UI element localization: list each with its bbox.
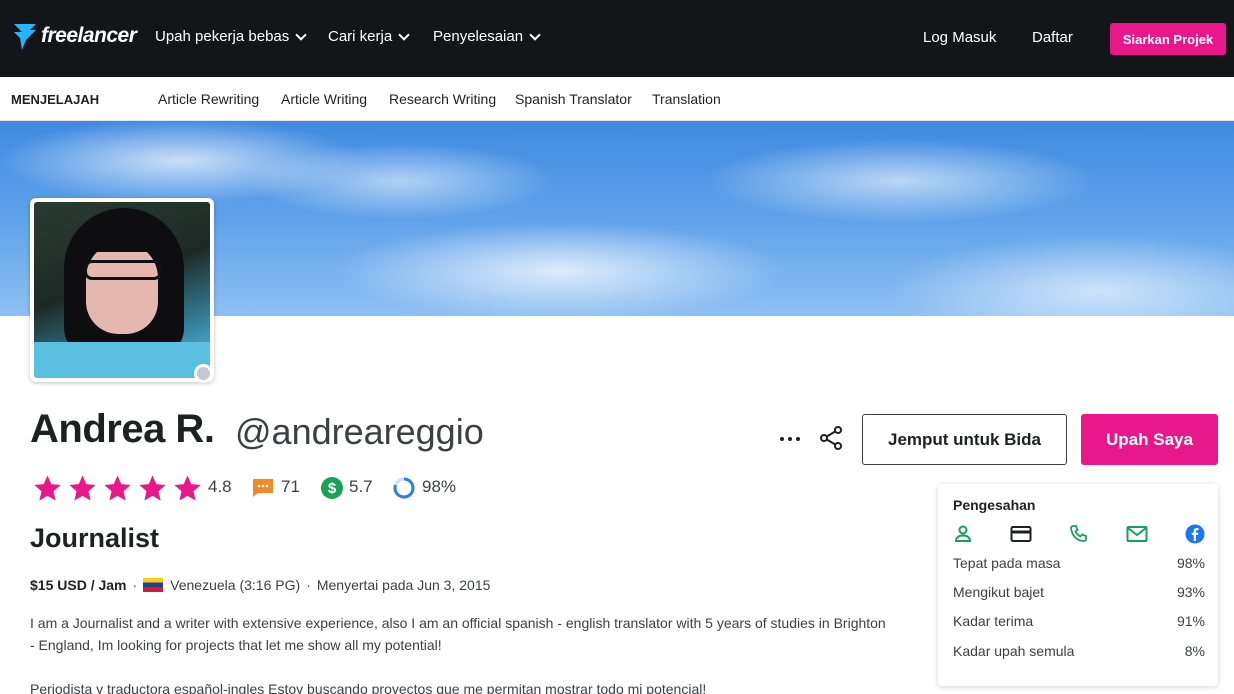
nav-find-work-label: Cari kerja — [328, 28, 393, 45]
stat-value: 98% — [1176, 555, 1205, 571]
venezuela-flag-icon — [143, 578, 164, 592]
stat-value: 93% — [1176, 584, 1205, 600]
nav-find-work[interactable]: Cari kerja — [328, 28, 410, 45]
star-icon — [104, 475, 131, 501]
nav-solutions[interactable]: Penyelesaian — [433, 28, 541, 45]
joined-date: Menyertai pada Jun 3, 2015 — [316, 577, 491, 593]
profile-username: @andreareggio — [235, 411, 484, 452]
chevron-down-icon — [295, 28, 307, 41]
logo-text: freelancer — [41, 24, 137, 47]
verification-icons — [953, 524, 1205, 544]
chevron-down-icon — [398, 28, 410, 41]
verification-title: Pengesahan — [953, 497, 1036, 513]
verification-card: Pengesahan Tepat pada masa 98% Mengikut … — [938, 484, 1218, 686]
more-options-icon[interactable] — [778, 427, 802, 451]
online-status-badge — [194, 364, 213, 383]
post-project-button[interactable]: Siarkan Projek — [1110, 23, 1226, 55]
hire-me-button[interactable]: Upah Saya — [1081, 414, 1218, 465]
nav-hire-freelancers[interactable]: Upah pekerja bebas — [155, 28, 307, 45]
explore-link-spanish-translator[interactable]: Spanish Translator — [515, 91, 632, 107]
profile-description-spanish: Periodista y traductora español-ingles E… — [30, 681, 707, 694]
star-icon — [139, 475, 166, 501]
stat-on-budget: Mengikut bajet 93% — [953, 584, 1205, 600]
avatar[interactable] — [30, 198, 214, 382]
phone-icon — [1070, 525, 1087, 542]
credit-card-icon — [1010, 526, 1032, 542]
freelancer-logo[interactable]: freelancer — [12, 22, 137, 50]
stat-on-time: Tepat pada masa 98% — [953, 555, 1205, 571]
location: Venezuela (3:16 PG) — [170, 577, 301, 593]
star-rating — [30, 473, 205, 503]
signup-link[interactable]: Daftar — [1032, 29, 1073, 46]
freelancer-bird-icon — [14, 24, 36, 50]
email-icon — [1126, 526, 1148, 542]
explore-link-research-writing[interactable]: Research Writing — [389, 91, 496, 107]
user-icon — [954, 525, 972, 542]
stat-repeat-hire-rate: Kadar upah semula 8% — [953, 643, 1205, 659]
hourly-rate: $15 USD / Jam — [30, 577, 127, 593]
stat-label: Kadar upah semula — [953, 643, 1075, 659]
profile-name: Andrea R. — [30, 407, 215, 451]
explore-bar: MENJELAJAH Article Rewriting Article Wri… — [0, 77, 1234, 121]
star-icon — [174, 475, 201, 501]
star-icon — [69, 475, 96, 501]
stat-label: Kadar terima — [953, 613, 1034, 629]
rating-value: 4.8 — [208, 477, 232, 496]
reviews-count: 71 — [281, 477, 300, 496]
explore-title: MENJELAJAH — [11, 92, 100, 107]
facebook-icon — [1185, 524, 1205, 544]
stat-accept-rate: Kadar terima 91% — [953, 613, 1205, 629]
profile-headline: Journalist — [30, 523, 160, 553]
profile-meta: $15 USD / Jam · Venezuela (3:16 PG) · Me… — [30, 577, 490, 593]
separator: · — [132, 577, 138, 593]
explore-link-article-writing[interactable]: Article Writing — [281, 91, 367, 107]
nav-hire-freelancers-label: Upah pekerja bebas — [155, 28, 290, 45]
stat-label: Tepat pada masa — [953, 555, 1061, 571]
reviews-icon — [253, 479, 273, 497]
stat-label: Mengikut bajet — [953, 584, 1045, 600]
avatar-photo — [34, 202, 210, 378]
svg-text:$: $ — [328, 480, 337, 497]
explore-link-translation[interactable]: Translation — [652, 91, 721, 107]
chevron-down-icon — [529, 28, 541, 41]
nav-solutions-label: Penyelesaian — [433, 28, 524, 45]
completion-rate-icon — [393, 477, 415, 499]
earnings-icon: $ — [321, 477, 343, 499]
earnings-score: 5.7 — [349, 477, 373, 496]
star-icon — [34, 475, 61, 501]
stat-value: 91% — [1176, 613, 1205, 629]
separator: · — [306, 577, 311, 593]
top-navigation: freelancer Upah pekerja bebas Cari kerja… — [0, 0, 1234, 77]
login-link[interactable]: Log Masuk — [923, 29, 996, 46]
share-icon[interactable] — [818, 425, 844, 456]
invite-to-bid-button[interactable]: Jemput untuk Bida — [862, 414, 1067, 465]
stat-value: 8% — [1184, 643, 1205, 659]
explore-link-article-rewriting[interactable]: Article Rewriting — [158, 91, 259, 107]
completion-rate: 98% — [422, 477, 457, 496]
profile-description: I am a Journalist and a writer with exte… — [30, 615, 886, 653]
